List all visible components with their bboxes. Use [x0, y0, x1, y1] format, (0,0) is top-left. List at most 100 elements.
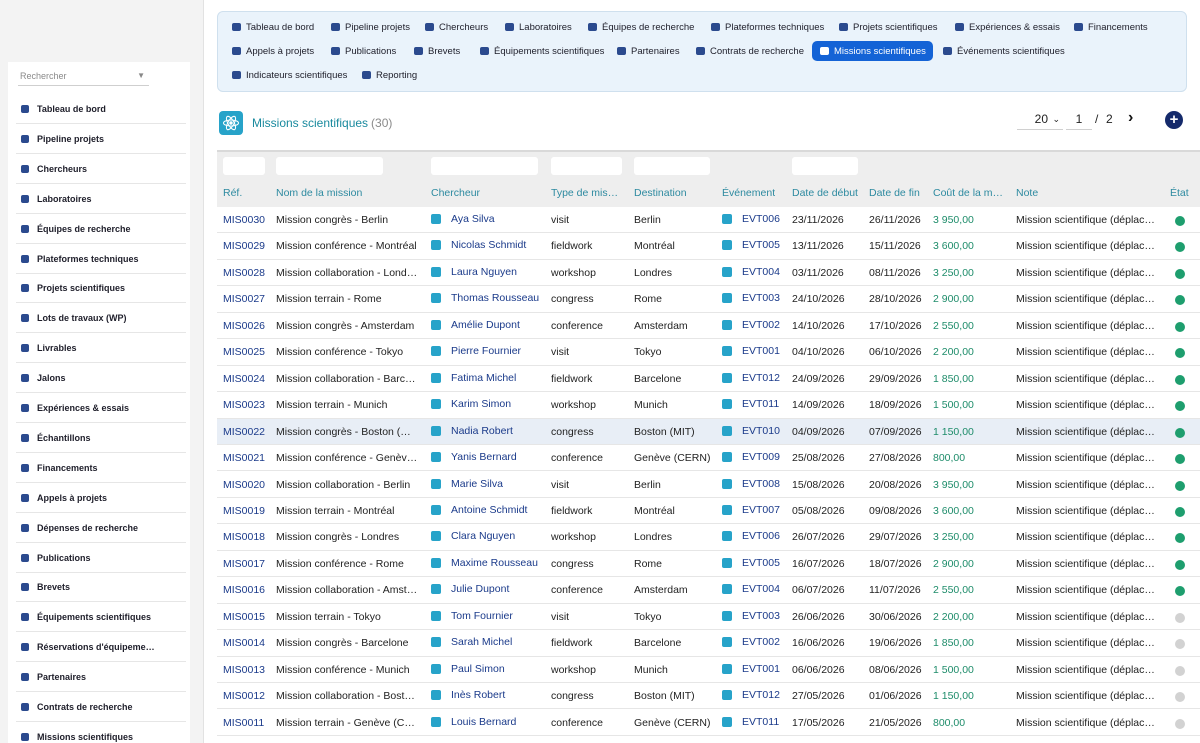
cell-researcher[interactable]: Pierre Fournier: [431, 345, 551, 357]
sidebar-item[interactable]: Laboratoires: [16, 185, 186, 214]
cell-researcher[interactable]: Nadia Robert: [431, 425, 551, 437]
filter-ref[interactable]: [223, 157, 265, 175]
nav-tab[interactable]: Équipements scientifiques: [472, 41, 611, 61]
cell-researcher[interactable]: Fatima Michel: [431, 372, 551, 384]
table-row[interactable]: MIS0021 Mission conférence - Genèv… Yanis …: [217, 445, 1200, 472]
cell-researcher[interactable]: Yanis Bernard: [431, 451, 551, 463]
sidebar-item[interactable]: Plateformes techniques: [16, 245, 186, 274]
sidebar-item[interactable]: Réservations d'équipeme…: [16, 633, 186, 663]
table-row[interactable]: MIS0013 Mission conférence - Munich Paul S…: [217, 657, 1200, 684]
table-row[interactable]: MIS0011 Mission terrain - Genève (C… Louis…: [217, 710, 1200, 736]
nav-tab[interactable]: Plateformes techniques: [703, 17, 831, 37]
cell-event[interactable]: EVT010: [722, 425, 792, 437]
col-researcher[interactable]: Chercheur: [431, 187, 480, 199]
table-row[interactable]: MIS0024 Mission collaboration - Barc… Fati…: [217, 366, 1200, 393]
cell-event[interactable]: EVT001: [722, 345, 792, 357]
cell-ref[interactable]: MIS0023: [223, 399, 271, 411]
cell-ref[interactable]: MIS0015: [223, 611, 271, 623]
sidebar-item[interactable]: Expériences & essais: [16, 394, 186, 423]
table-row[interactable]: MIS0019 Mission terrain - Montréal Antoine…: [217, 498, 1200, 525]
cell-researcher[interactable]: Aya Silva: [431, 213, 551, 225]
col-status[interactable]: État: [1170, 187, 1189, 199]
col-name[interactable]: Nom de la mission: [276, 187, 362, 199]
nav-tab[interactable]: Reporting: [354, 65, 424, 85]
nav-tab[interactable]: Laboratoires: [497, 17, 579, 37]
table-row[interactable]: MIS0028 Mission collaboration - Lond… Laur…: [217, 260, 1200, 287]
table-row[interactable]: MIS0027 Mission terrain - Rome Thomas Rous…: [217, 286, 1200, 313]
table-row[interactable]: MIS0026 Mission congrès - Amsterdam Amélie…: [217, 313, 1200, 340]
nav-tab[interactable]: Contrats de recherche: [688, 41, 811, 61]
col-end-date[interactable]: Date de fin: [869, 187, 920, 199]
nav-tab[interactable]: Équipes de recherche: [580, 17, 701, 37]
cell-event[interactable]: EVT002: [722, 319, 792, 331]
nav-tab[interactable]: Partenaires: [609, 41, 687, 61]
sidebar-item[interactable]: Contrats de recherche: [16, 693, 186, 722]
col-event[interactable]: Événement: [722, 187, 775, 199]
cell-ref[interactable]: MIS0025: [223, 346, 271, 358]
table-row[interactable]: MIS0030 Mission congrès - Berlin Aya Silva…: [217, 207, 1200, 234]
filter-researcher[interactable]: [431, 157, 538, 175]
cell-event[interactable]: EVT005: [722, 557, 792, 569]
nav-tab[interactable]: Expériences & essais: [947, 17, 1067, 37]
sidebar-item[interactable]: Missions scientifiques: [16, 723, 186, 743]
cell-ref[interactable]: MIS0011: [223, 717, 271, 729]
cell-ref[interactable]: MIS0022: [223, 426, 271, 438]
cell-ref[interactable]: MIS0029: [223, 240, 271, 252]
cell-researcher[interactable]: Clara Nguyen: [431, 530, 551, 542]
cell-ref[interactable]: MIS0030: [223, 214, 271, 226]
nav-tab[interactable]: Publications: [323, 41, 403, 61]
cell-event[interactable]: EVT004: [722, 266, 792, 278]
nav-tab[interactable]: Tableau de bord: [224, 17, 321, 37]
nav-tab[interactable]: Pipeline projets: [323, 17, 417, 37]
table-row[interactable]: MIS0025 Mission conférence - Tokyo Pierre …: [217, 339, 1200, 366]
cell-event[interactable]: EVT001: [722, 663, 792, 675]
cell-ref[interactable]: MIS0018: [223, 531, 271, 543]
cell-researcher[interactable]: Nicolas Schmidt: [431, 239, 551, 251]
col-type[interactable]: Type de mis…: [551, 187, 621, 199]
sidebar-item[interactable]: Équipes de recherche: [16, 215, 186, 244]
cell-researcher[interactable]: Thomas Rousseau: [431, 292, 551, 304]
table-row[interactable]: MIS0014 Mission congrès - Barcelone Sarah …: [217, 630, 1200, 657]
sidebar-item[interactable]: Livrables: [16, 334, 186, 364]
cell-ref[interactable]: MIS0026: [223, 320, 271, 332]
cell-researcher[interactable]: Inès Robert: [431, 689, 551, 701]
cell-event[interactable]: EVT012: [722, 689, 792, 701]
cell-researcher[interactable]: Maxime Rousseau: [431, 557, 551, 569]
cell-ref[interactable]: MIS0014: [223, 637, 271, 649]
sidebar-item[interactable]: Pipeline projets: [16, 125, 186, 154]
sidebar-item[interactable]: Tableau de bord: [16, 95, 186, 124]
cell-ref[interactable]: MIS0017: [223, 558, 271, 570]
cell-ref[interactable]: MIS0024: [223, 373, 271, 385]
cell-event[interactable]: EVT011: [722, 716, 792, 728]
nav-tab[interactable]: Appels à projets: [224, 41, 321, 61]
cell-event[interactable]: EVT005: [722, 239, 792, 251]
col-ref[interactable]: Réf.: [223, 187, 242, 199]
sidebar-item[interactable]: Équipements scientifiques: [16, 603, 186, 633]
cell-event[interactable]: EVT002: [722, 636, 792, 648]
page-number-input[interactable]: 1: [1066, 110, 1092, 130]
cell-event[interactable]: EVT006: [722, 530, 792, 542]
cell-ref[interactable]: MIS0027: [223, 293, 271, 305]
table-row[interactable]: MIS0029 Mission conférence - Montréal Nico…: [217, 233, 1200, 260]
cell-event[interactable]: EVT011: [722, 398, 792, 410]
sidebar-item[interactable]: Projets scientifiques: [16, 274, 186, 304]
cell-ref[interactable]: MIS0028: [223, 267, 271, 279]
cell-event[interactable]: EVT006: [722, 213, 792, 225]
cell-ref[interactable]: MIS0019: [223, 505, 271, 517]
filter-name[interactable]: [276, 157, 383, 175]
cell-ref[interactable]: MIS0016: [223, 584, 271, 596]
cell-researcher[interactable]: Antoine Schmidt: [431, 504, 551, 516]
cell-event[interactable]: EVT003: [722, 292, 792, 304]
cell-event[interactable]: EVT008: [722, 478, 792, 490]
search-select[interactable]: Rechercher ▼: [18, 68, 149, 86]
cell-researcher[interactable]: Amélie Dupont: [431, 319, 551, 331]
cell-researcher[interactable]: Louis Bernard: [431, 716, 551, 728]
col-note[interactable]: Note: [1016, 187, 1038, 199]
table-row[interactable]: MIS0018 Mission congrès - Londres Clara Ng…: [217, 524, 1200, 551]
sidebar-item[interactable]: Lots de travaux (WP): [16, 304, 186, 334]
table-row[interactable]: MIS0016 Mission collaboration - Amst… Juli…: [217, 577, 1200, 604]
filter-destination[interactable]: [634, 157, 710, 175]
table-row[interactable]: MIS0023 Mission terrain - Munich Karim Sim…: [217, 392, 1200, 419]
nav-tab[interactable]: Indicateurs scientifiques: [224, 65, 354, 85]
filter-type[interactable]: [551, 157, 622, 175]
